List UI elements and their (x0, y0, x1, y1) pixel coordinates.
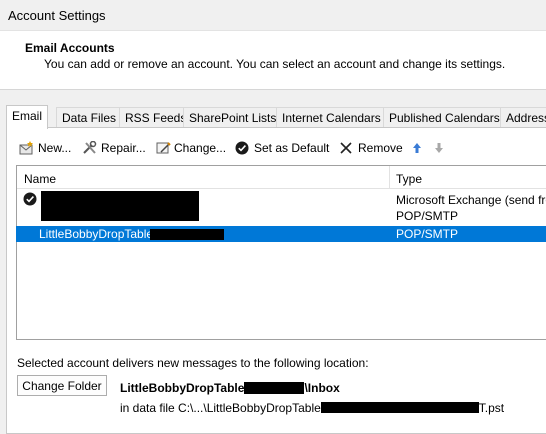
title-bar: Account Settings (0, 0, 546, 31)
column-header-type[interactable]: Type (396, 172, 422, 186)
delivery-folder-inbox: \Inbox (304, 381, 340, 395)
redacted-account-names (41, 191, 199, 221)
section-title: Email Accounts (25, 41, 115, 55)
change-button[interactable]: Change... (155, 139, 226, 157)
account-row-selected[interactable]: LittleBobbyDropTable POP/SMTP (16, 226, 546, 242)
set-as-default-button[interactable]: Set as Default (235, 139, 329, 157)
set-as-default-label: Set as Default (254, 141, 330, 155)
change-account-icon (156, 142, 171, 154)
tab-data-files[interactable]: Data Files (56, 107, 123, 128)
column-header-name[interactable]: Name (24, 172, 56, 186)
redacted-account-suffix (150, 229, 224, 240)
column-divider (389, 166, 390, 188)
list-header: Name Type (17, 166, 546, 189)
tab-published-calendars[interactable]: Published Calendars (383, 107, 506, 128)
account-name: LittleBobbyDropTable (39, 227, 154, 241)
tab-rss-feeds[interactable]: RSS Feeds (119, 107, 193, 128)
account-type: POP/SMTP (396, 227, 459, 241)
account-toolbar: New... Repair... Change... Set as Defaul… (19, 139, 539, 157)
default-account-check-icon (23, 192, 37, 206)
delivery-data-file: in data file C:\...\LittleBobbyDropTable… (120, 401, 504, 415)
arrow-up-icon (413, 143, 421, 153)
change-button-label: Change... (174, 141, 227, 155)
new-account-icon (19, 141, 33, 155)
delivery-folder-path: LittleBobbyDropTable \Inbox (120, 381, 340, 395)
data-file-suffix: T.pst (478, 401, 505, 415)
arrow-down-icon (435, 143, 443, 153)
data-file-prefix: in data file C:\...\LittleBobbyDropTable (120, 401, 321, 415)
new-button[interactable]: New... (19, 139, 71, 157)
delivery-folder-account: LittleBobbyDropTable (120, 381, 245, 395)
header-panel: Email Accounts You can add or remove an … (0, 31, 546, 90)
account-list[interactable]: Name Type Microsoft Exchange (send from … (16, 165, 546, 340)
delivery-location-label: Selected account delivers new messages t… (17, 356, 369, 370)
window-title: Account Settings (8, 8, 106, 23)
repair-tools-icon (83, 140, 97, 154)
repair-button-label: Repair... (101, 141, 146, 155)
move-up-button[interactable] (411, 139, 426, 157)
remove-button[interactable]: Remove (339, 139, 403, 157)
remove-x-icon (340, 142, 352, 154)
remove-button-label: Remove (358, 141, 403, 155)
new-button-label: New... (38, 141, 72, 155)
account-type: POP/SMTP (396, 209, 459, 223)
tab-sharepoint-lists[interactable]: SharePoint Lists (183, 107, 283, 128)
redacted-folder-part (244, 382, 305, 394)
checkmark-circle-icon (235, 141, 249, 155)
account-type: Microsoft Exchange (send from this accou… (396, 193, 546, 207)
tab-address-books[interactable]: Address Books (500, 107, 546, 128)
change-folder-button[interactable]: Change Folder (17, 375, 107, 396)
tab-internet-calendars[interactable]: Internet Calendars (276, 107, 387, 128)
section-subtitle: You can add or remove an account. You ca… (44, 57, 506, 71)
repair-button[interactable]: Repair... (82, 139, 146, 157)
move-down-button[interactable] (433, 139, 448, 157)
redacted-file-part (320, 402, 479, 413)
tab-email[interactable]: Email (6, 105, 49, 129)
tab-strip: Email Data Files RSS Feeds SharePoint Li… (6, 105, 546, 129)
